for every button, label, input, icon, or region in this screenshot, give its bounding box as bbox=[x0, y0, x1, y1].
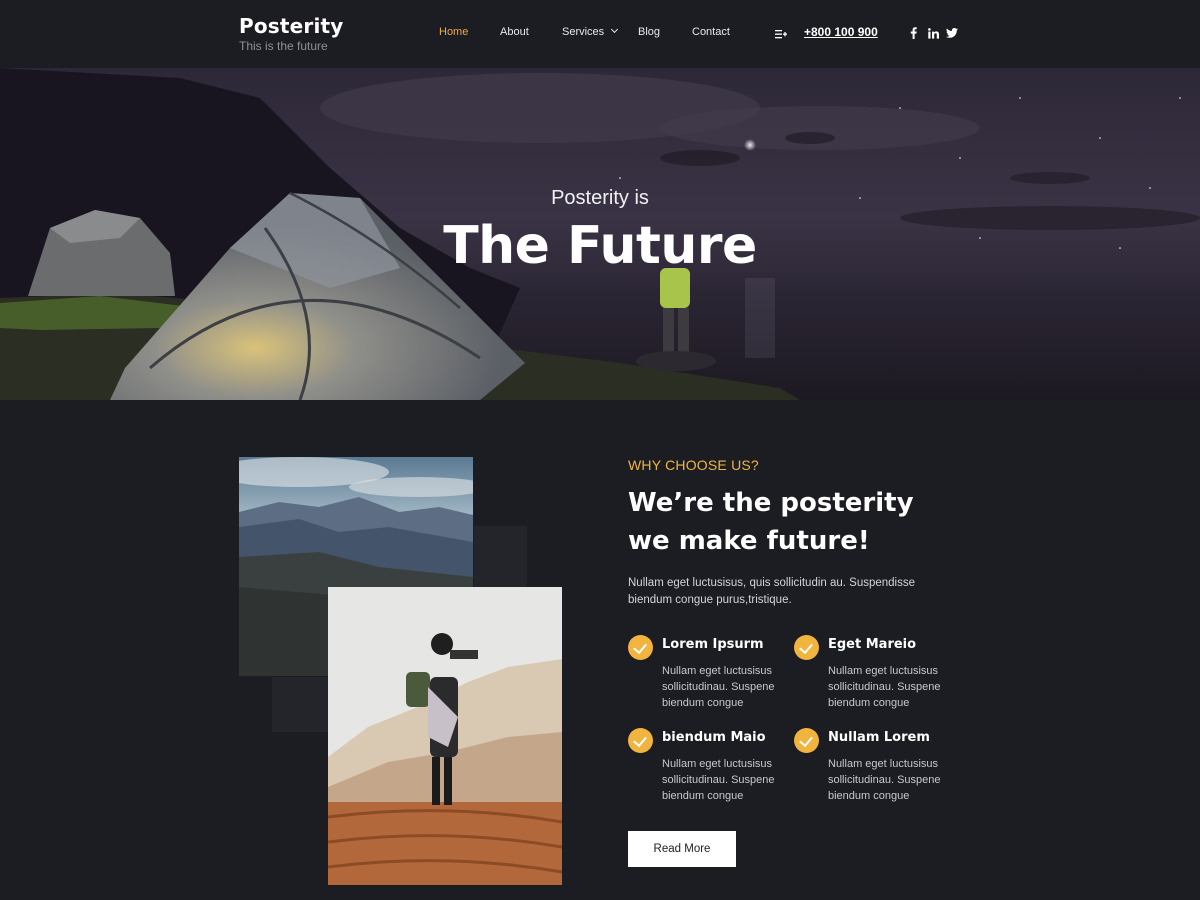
chevron-down-icon bbox=[611, 25, 619, 34]
brand-tagline: This is the future bbox=[239, 39, 328, 53]
nav-item-services[interactable]: Services bbox=[562, 25, 619, 38]
nav-item-about[interactable]: About bbox=[500, 26, 529, 38]
section-heading-line-1: We’re the posterity bbox=[628, 488, 914, 518]
section-heading: We’re the posterity we make future! bbox=[628, 484, 958, 560]
nav-item-contact[interactable]: Contact bbox=[692, 26, 730, 38]
feature-text: Nullam eget luctusisus sollicitudinau. S… bbox=[828, 665, 941, 709]
feature-title: Eget Mareio bbox=[828, 637, 917, 652]
check-icon bbox=[628, 635, 653, 660]
nav-item-services-label: Services bbox=[562, 26, 605, 38]
check-icon bbox=[794, 635, 819, 660]
hero-banner: Posterity is The Future bbox=[0, 68, 1200, 400]
read-more-button[interactable]: Read More bbox=[628, 831, 736, 867]
decorative-block bbox=[474, 526, 527, 587]
check-icon bbox=[628, 728, 653, 753]
decorative-block bbox=[272, 677, 328, 732]
site-header: Posterity This is the future Home About … bbox=[0, 0, 1200, 68]
photographer-image bbox=[328, 587, 562, 885]
linkedin-icon[interactable] bbox=[927, 26, 939, 40]
hero-title: The Future bbox=[443, 216, 757, 276]
menu-icon[interactable] bbox=[775, 29, 787, 39]
brand[interactable]: Posterity This is the future bbox=[239, 14, 344, 53]
hero-subtitle: Posterity is bbox=[551, 187, 649, 209]
brand-name[interactable]: Posterity bbox=[239, 14, 344, 38]
feature-title: Nullam Lorem bbox=[828, 730, 930, 745]
feature-title: Lorem Ipsurm bbox=[662, 637, 764, 652]
feature-text: Nullam eget luctusisus sollicitudinau. S… bbox=[662, 665, 775, 709]
nav-item-home[interactable]: Home bbox=[439, 26, 468, 38]
twitter-icon[interactable] bbox=[945, 26, 958, 40]
section-intro: Nullam eget luctusisus, quis sollicitudi… bbox=[628, 577, 916, 606]
section-eyebrow: WHY CHOOSE US? bbox=[628, 457, 759, 473]
feature-title: biendum Maio bbox=[662, 730, 766, 745]
feature-text: Nullam eget luctusisus sollicitudinau. S… bbox=[662, 758, 775, 802]
feature-text: Nullam eget luctusisus sollicitudinau. S… bbox=[828, 758, 941, 802]
phone-link[interactable]: +800 100 900 bbox=[804, 25, 878, 39]
nav-item-blog[interactable]: Blog bbox=[638, 26, 660, 38]
facebook-icon[interactable] bbox=[909, 26, 917, 40]
section-heading-line-2: we make future! bbox=[628, 526, 870, 556]
check-icon bbox=[794, 728, 819, 753]
